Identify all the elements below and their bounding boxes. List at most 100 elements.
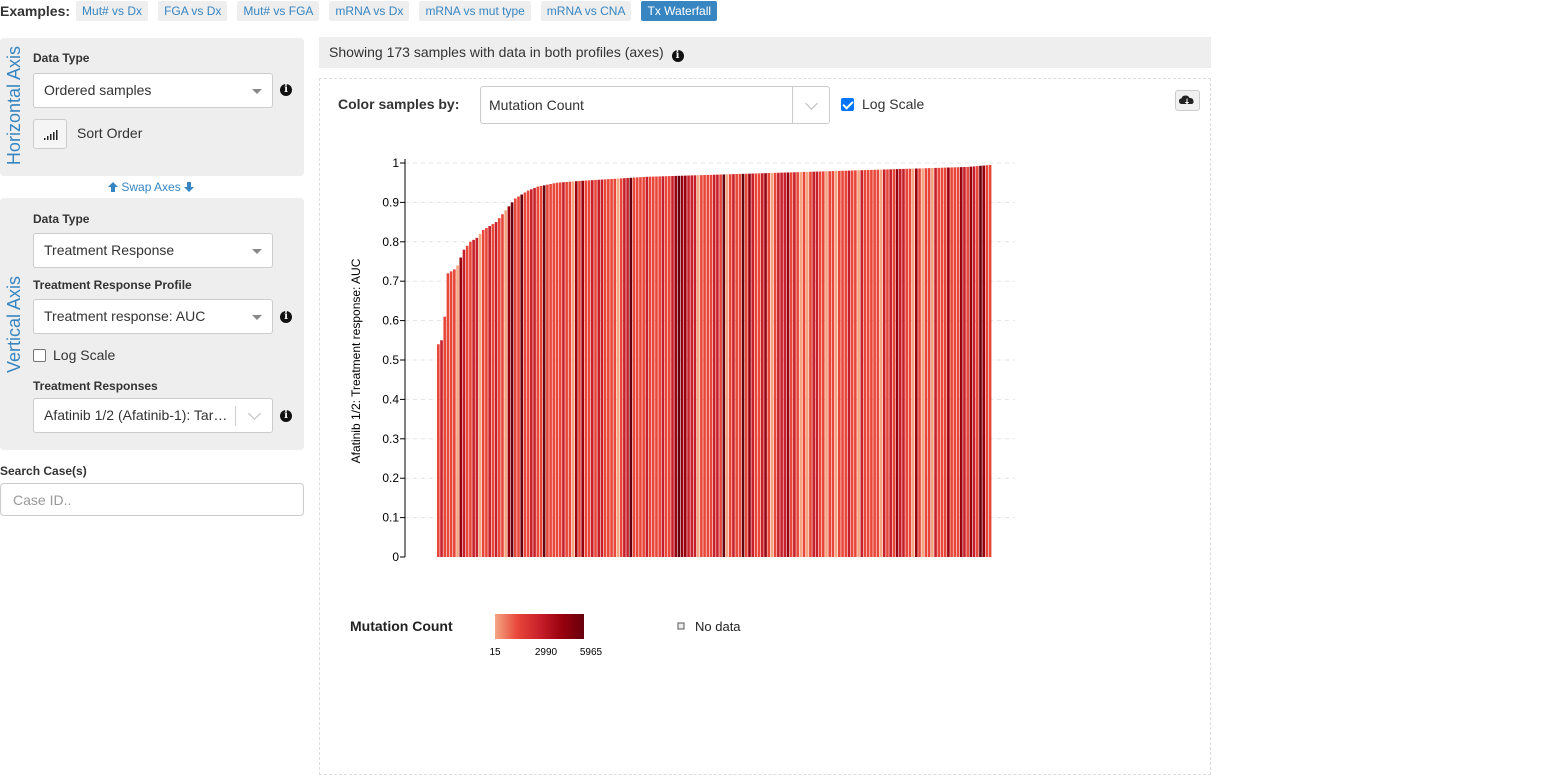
bar-sample[interactable] (661, 176, 665, 558)
bar-sample[interactable] (597, 179, 601, 557)
bar-sample[interactable] (700, 175, 703, 557)
bar-sample[interactable] (619, 178, 623, 557)
bar-sample[interactable] (802, 171, 806, 557)
bar-sample[interactable] (587, 180, 591, 557)
bar-sample[interactable] (892, 169, 896, 557)
bar-sample[interactable] (706, 174, 710, 558)
example-mrna-vs-dx[interactable]: mRNA vs Dx (329, 1, 410, 21)
treatment-responses-select[interactable]: Afatinib 1/2 (Afatinib-1): Tar… (33, 398, 273, 433)
bar-sample[interactable] (513, 198, 517, 557)
bar-sample[interactable] (533, 187, 536, 557)
bar-sample[interactable] (931, 168, 934, 557)
bar-sample[interactable] (449, 271, 453, 557)
bar-sample[interactable] (725, 174, 729, 557)
vertical-data-type-select[interactable]: Treatment Response (33, 233, 273, 268)
bar-sample[interactable] (815, 171, 819, 557)
bar-sample[interactable] (478, 233, 482, 558)
bar-sample[interactable] (459, 257, 463, 557)
bar-sample[interactable] (857, 170, 860, 557)
color-log-scale-checkbox[interactable] (841, 98, 854, 111)
bar-sample[interactable] (568, 181, 572, 557)
bar-sample[interactable] (607, 179, 610, 557)
bar-sample[interactable] (523, 192, 527, 558)
bar-sample[interactable] (594, 179, 597, 557)
bar-sample[interactable] (472, 239, 475, 557)
bar-sample[interactable] (870, 169, 873, 557)
bar-sample[interactable] (809, 171, 812, 557)
bar-sample[interactable] (918, 168, 921, 558)
bar-sample[interactable] (921, 168, 925, 557)
bar-sample[interactable] (895, 169, 899, 558)
bar-sample[interactable] (610, 178, 613, 557)
bar-sample[interactable] (796, 172, 799, 557)
bar-sample[interactable] (603, 179, 607, 557)
bar-sample[interactable] (847, 170, 851, 557)
bar-sample[interactable] (841, 170, 844, 557)
bar-sample[interactable] (818, 171, 822, 557)
bar-sample[interactable] (645, 176, 649, 557)
bar-sample[interactable] (748, 173, 751, 557)
bar-sample[interactable] (539, 185, 543, 558)
bar-sample[interactable] (578, 180, 581, 558)
bar-sample[interactable] (494, 222, 498, 557)
bar-sample[interactable] (635, 177, 639, 557)
bar-sample[interactable] (507, 206, 511, 557)
bar-sample[interactable] (565, 181, 568, 557)
bar-sample[interactable] (908, 168, 912, 557)
bar-sample[interactable] (546, 184, 549, 558)
bar-sample[interactable] (761, 173, 764, 558)
bar-sample[interactable] (488, 226, 491, 557)
bar-sample[interactable] (783, 172, 787, 558)
bar-sample[interactable] (793, 172, 796, 557)
bar-sample[interactable] (831, 171, 835, 557)
bar-sample[interactable] (648, 176, 652, 557)
example-mrna-vs-mut-type[interactable]: mRNA vs mut type (419, 1, 531, 21)
bar-sample[interactable] (626, 177, 629, 557)
bar-sample[interactable] (767, 173, 771, 558)
bar-sample[interactable] (651, 176, 655, 557)
bar-sample[interactable] (703, 175, 706, 557)
bar-sample[interactable] (443, 316, 447, 557)
example-fga-vs-dx[interactable]: FGA vs Dx (158, 1, 228, 21)
color-samples-by-select[interactable]: Mutation Count (480, 86, 830, 124)
bar-sample[interactable] (828, 171, 832, 557)
bar-sample[interactable] (456, 265, 459, 557)
bar-sample[interactable] (732, 174, 735, 557)
bar-sample[interactable] (886, 169, 889, 557)
example-tx-waterfall[interactable]: Tx Waterfall (641, 1, 718, 21)
bar-sample[interactable] (687, 175, 690, 557)
bar-sample[interactable] (821, 171, 825, 557)
bar-sample[interactable] (866, 169, 870, 558)
bar-sample[interactable] (735, 174, 738, 557)
bar-sample[interactable] (684, 175, 687, 558)
bar-sample[interactable] (728, 174, 732, 558)
bar-sample[interactable] (453, 269, 456, 557)
bar-sample[interactable] (975, 166, 979, 557)
bar-sample[interactable] (437, 344, 440, 557)
download-button[interactable] (1175, 90, 1200, 111)
bar-sample[interactable] (465, 245, 469, 557)
bar-sample[interactable] (469, 241, 472, 558)
bar-sample[interactable] (988, 164, 992, 557)
bar-sample[interactable] (693, 175, 697, 557)
bar-sample[interactable] (757, 173, 761, 557)
bar-sample[interactable] (773, 172, 777, 557)
sort-order-button[interactable] (33, 119, 67, 149)
search-cases-input[interactable] (0, 483, 304, 516)
bar-sample[interactable] (972, 166, 976, 557)
bar-sample[interactable] (966, 166, 969, 557)
info-circle-icon[interactable]: i (671, 50, 684, 62)
bar-sample[interactable] (950, 167, 953, 557)
bar-sample[interactable] (940, 167, 944, 558)
bar-sample[interactable] (520, 194, 524, 557)
bar-sample[interactable] (623, 178, 626, 558)
bar-sample[interactable] (943, 167, 947, 557)
bar-sample[interactable] (844, 170, 848, 557)
bar-sample[interactable] (812, 171, 815, 558)
bar-sample[interactable] (982, 165, 986, 557)
bar-sample[interactable] (719, 174, 722, 557)
bar-sample[interactable] (780, 172, 783, 557)
bar-sample[interactable] (863, 170, 867, 557)
bar-sample[interactable] (542, 185, 546, 557)
bar-sample[interactable] (956, 167, 960, 558)
